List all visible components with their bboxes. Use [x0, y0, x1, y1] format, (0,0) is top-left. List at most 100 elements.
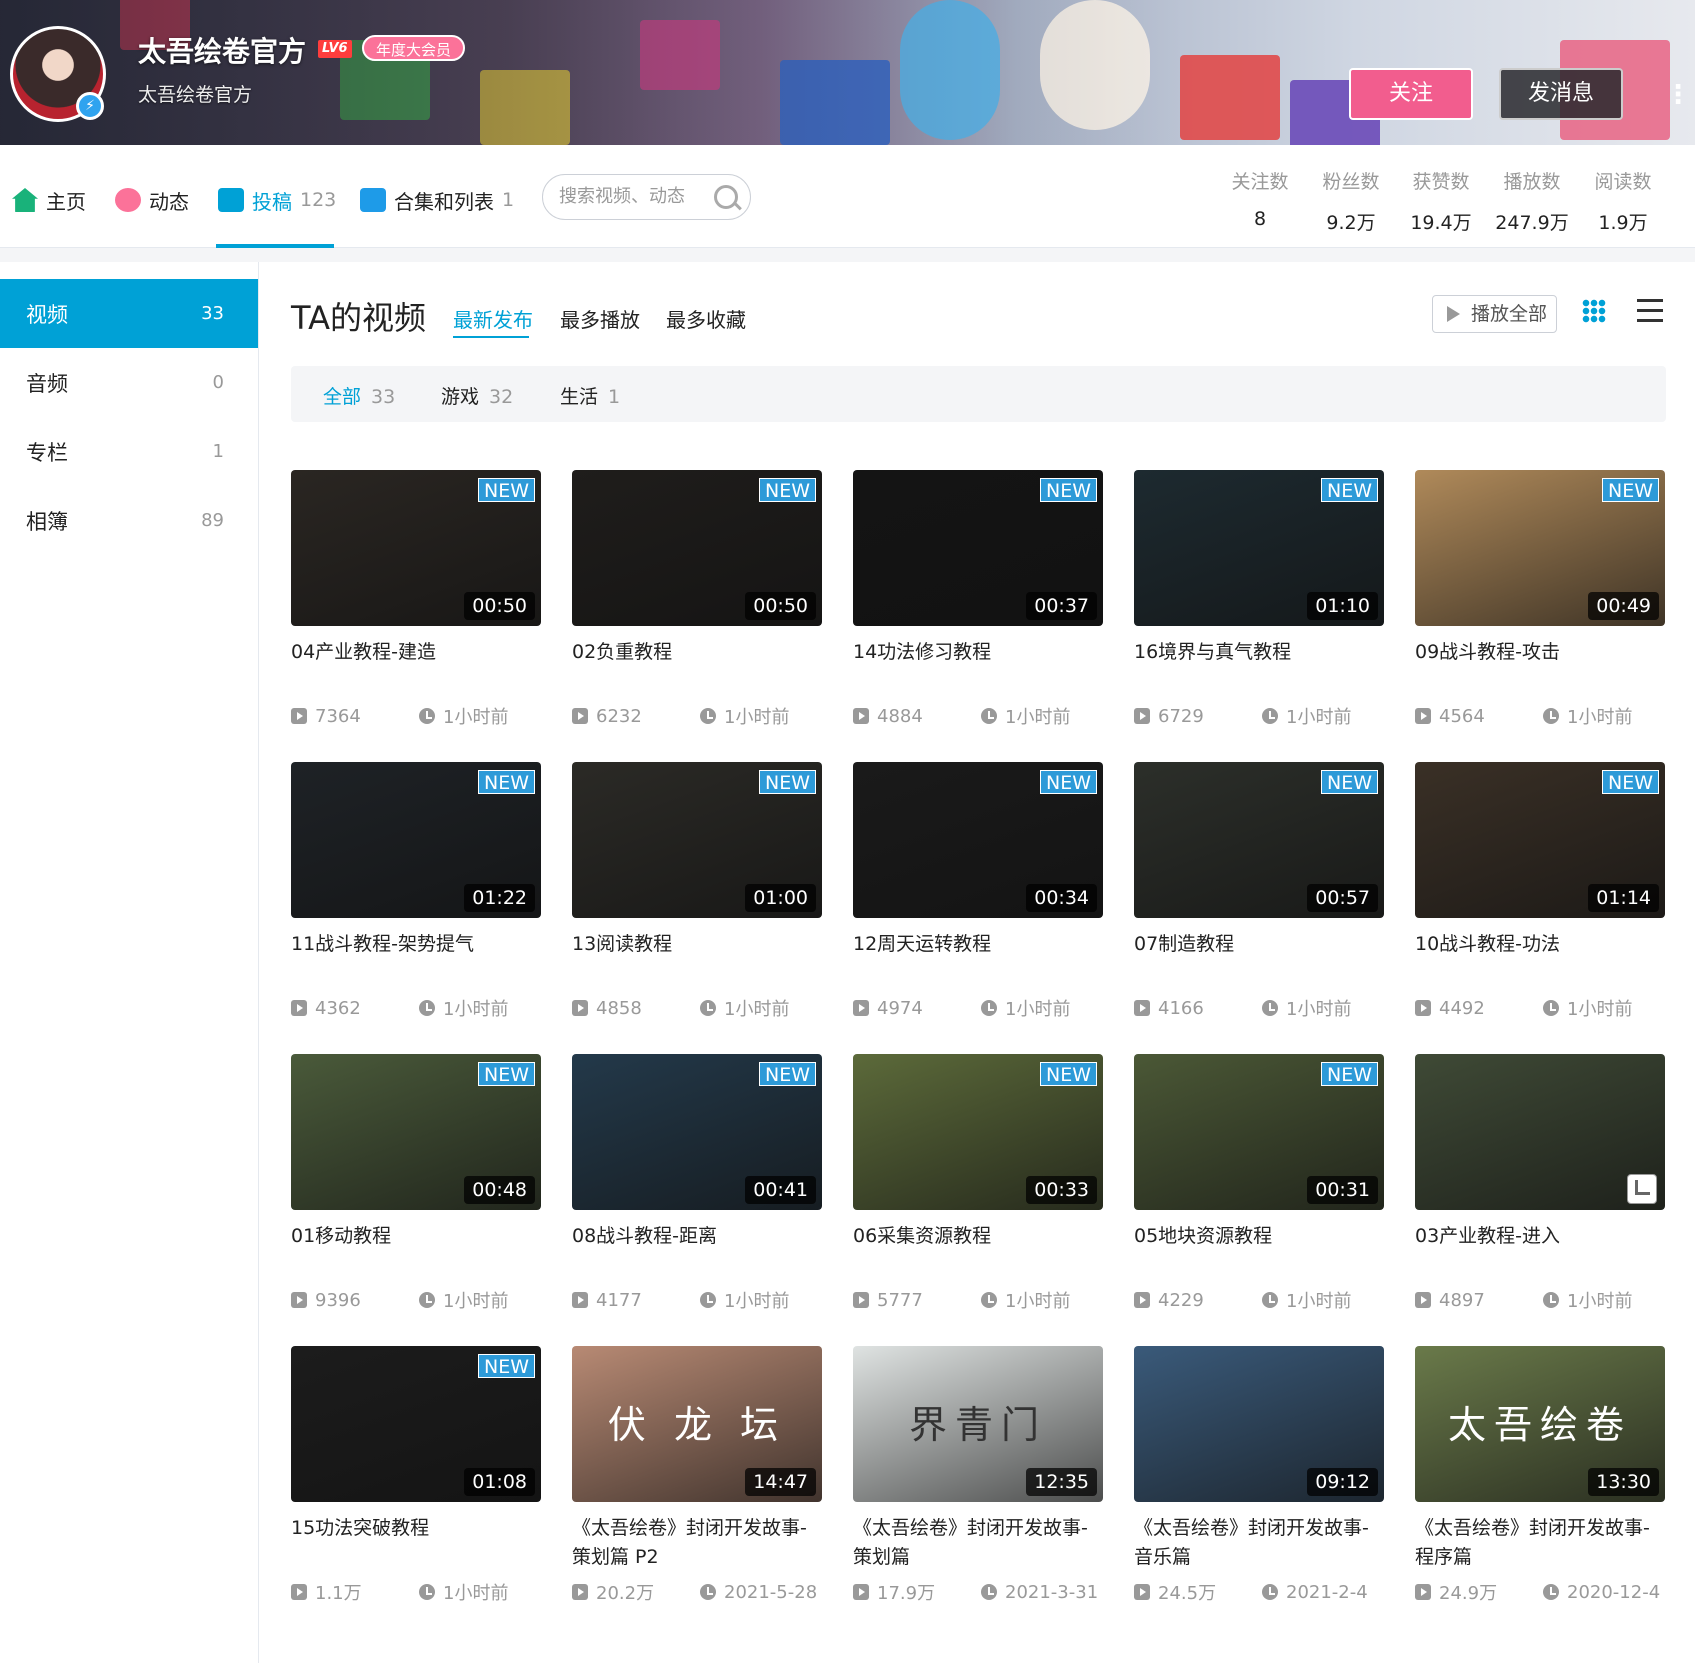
video-thumbnail[interactable]: NEW 00:34	[853, 762, 1103, 918]
video-title[interactable]: 03产业教程-进入	[1415, 1222, 1665, 1251]
sidebar-item-video[interactable]: 视频 33	[0, 279, 258, 348]
tab-uploads[interactable]: 投稿 123	[218, 183, 336, 217]
video-card[interactable]: NEW 00:33 06采集资源教程 5777 1小时前	[853, 1054, 1103, 1324]
video-thumbnail[interactable]: NEW 00:50	[291, 470, 541, 626]
video-card[interactable]: NEW 01:14 10战斗教程-功法 4492 1小时前	[1415, 762, 1665, 1032]
video-title[interactable]: 05地块资源教程	[1134, 1222, 1384, 1251]
sort-tab-most-favorited[interactable]: 最多收藏	[666, 304, 746, 333]
video-title[interactable]: 02负重教程	[572, 638, 822, 667]
video-card[interactable]: 界青门 12:35 《太吾绘卷》封闭开发故事-策划篇 17.9万 2021-3-3…	[853, 1346, 1103, 1616]
play-all-button[interactable]: 播放全部	[1432, 295, 1557, 333]
video-title[interactable]: 《太吾绘卷》封闭开发故事-程序篇	[1415, 1514, 1665, 1572]
tab-dynamic[interactable]: 动态	[115, 183, 189, 217]
video-thumbnail[interactable]: NEW 01:08	[291, 1346, 541, 1502]
search-input[interactable]: 搜索视频、动态	[542, 174, 751, 220]
video-card[interactable]: 太吾绘卷 13:30 《太吾绘卷》封闭开发故事-程序篇 24.9万 2020-12…	[1415, 1346, 1665, 1616]
video-title[interactable]: 06采集资源教程	[853, 1222, 1103, 1251]
video-thumbnail[interactable]: NEW 00:37	[853, 470, 1103, 626]
video-card[interactable]: NEW 00:48 01移动教程 9396 1小时前	[291, 1054, 541, 1324]
video-thumbnail[interactable]: 界青门 12:35	[853, 1346, 1103, 1502]
video-thumbnail[interactable]: 09:12	[1134, 1346, 1384, 1502]
video-thumbnail[interactable]: NEW 01:10	[1134, 470, 1384, 626]
more-menu-icon[interactable]: ⋮	[1665, 78, 1691, 112]
sidebar-item-audio[interactable]: 音频 0	[0, 348, 258, 417]
video-card[interactable]: NEW 00:50 04产业教程-建造 7364 1小时前	[291, 470, 541, 740]
video-card[interactable]: NEW 01:08 15功法突破教程 1.1万 1小时前	[291, 1346, 541, 1616]
play-count-icon	[572, 708, 588, 724]
video-title[interactable]: 15功法突破教程	[291, 1514, 541, 1543]
play-count-icon	[1415, 708, 1431, 724]
sidebar-item-article[interactable]: 专栏 1	[0, 417, 258, 486]
video-title[interactable]: 《太吾绘卷》封闭开发故事-策划篇	[853, 1514, 1103, 1572]
video-card[interactable]: NEW 00:49 09战斗教程-攻击 4564 1小时前	[1415, 470, 1665, 740]
video-thumbnail[interactable]: NEW 00:41	[572, 1054, 822, 1210]
video-thumbnail[interactable]: NEW 00:57	[1134, 762, 1384, 918]
new-badge: NEW	[1039, 478, 1097, 502]
video-card[interactable]: 伏 龙 坛 14:47 《太吾绘卷》封闭开发故事-策划篇 P2 20.2万 202…	[572, 1346, 822, 1616]
stat-following[interactable]: 关注数 8	[1215, 167, 1305, 230]
video-title[interactable]: 11战斗教程-架势提气	[291, 930, 541, 959]
video-thumbnail[interactable]: NEW 01:22	[291, 762, 541, 918]
video-thumbnail[interactable]: NEW 01:14	[1415, 762, 1665, 918]
video-card[interactable]: 03产业教程-进入 4897 1小时前	[1415, 1054, 1665, 1324]
video-card[interactable]: NEW 00:57 07制造教程 4166 1小时前	[1134, 762, 1384, 1032]
video-title[interactable]: 09战斗教程-攻击	[1415, 638, 1665, 667]
video-title[interactable]: 01移动教程	[291, 1222, 541, 1251]
video-meta: 4229 1小时前	[1134, 1287, 1384, 1313]
video-thumbnail[interactable]: NEW 00:31	[1134, 1054, 1384, 1210]
stat-fans[interactable]: 粉丝数 9.2万	[1306, 167, 1396, 235]
video-card[interactable]: NEW 00:50 02负重教程 6232 1小时前	[572, 470, 822, 740]
clock-icon	[1262, 1584, 1278, 1600]
video-meta: 20.2万 2021-5-28	[572, 1579, 822, 1605]
video-title[interactable]: 《太吾绘卷》封闭开发故事-策划篇 P2	[572, 1514, 822, 1572]
follow-button[interactable]: 关注	[1349, 68, 1473, 120]
play-count-icon	[1134, 1292, 1150, 1308]
sort-tab-latest[interactable]: 最新发布	[453, 304, 533, 333]
video-thumbnail[interactable]: 伏 龙 坛 14:47	[572, 1346, 822, 1502]
video-card[interactable]: NEW 01:00 13阅读教程 4858 1小时前	[572, 762, 822, 1032]
video-title[interactable]: 07制造教程	[1134, 930, 1384, 959]
new-badge: NEW	[1320, 1062, 1378, 1086]
video-title[interactable]: 16境界与真气教程	[1134, 638, 1384, 667]
video-card[interactable]: 09:12 《太吾绘卷》封闭开发故事-音乐篇 24.5万 2021-2-4	[1134, 1346, 1384, 1616]
video-thumbnail[interactable]: NEW 00:49	[1415, 470, 1665, 626]
sidebar-item-count: 89	[201, 510, 224, 531]
tab-home[interactable]: 主页	[12, 183, 86, 217]
message-button[interactable]: 发消息	[1499, 68, 1623, 120]
watch-later-icon[interactable]	[1627, 1174, 1657, 1204]
video-thumbnail[interactable]: NEW 00:48	[291, 1054, 541, 1210]
video-thumbnail[interactable]	[1415, 1054, 1665, 1210]
video-title[interactable]: 04产业教程-建造	[291, 638, 541, 667]
filter-game[interactable]: 游戏 32	[441, 382, 513, 409]
video-views: 4884	[877, 705, 923, 727]
video-card[interactable]: NEW 00:31 05地块资源教程 4229 1小时前	[1134, 1054, 1384, 1324]
video-title[interactable]: 12周天运转教程	[853, 930, 1103, 959]
video-card[interactable]: NEW 00:34 12周天运转教程 4974 1小时前	[853, 762, 1103, 1032]
video-card[interactable]: NEW 01:10 16境界与真气教程 6729 1小时前	[1134, 470, 1384, 740]
grid-view-icon[interactable]	[1582, 299, 1606, 323]
filter-life[interactable]: 生活 1	[560, 382, 620, 409]
new-badge: NEW	[477, 1062, 535, 1086]
video-thumbnail[interactable]: NEW 00:50	[572, 470, 822, 626]
list-view-icon[interactable]	[1637, 299, 1663, 325]
sort-tab-most-played[interactable]: 最多播放	[560, 304, 640, 333]
video-title[interactable]: 08战斗教程-距离	[572, 1222, 822, 1251]
video-duration: 00:50	[464, 592, 535, 620]
tab-collections[interactable]: 合集和列表 1	[360, 183, 514, 217]
sidebar-item-album[interactable]: 相簿 89	[0, 486, 258, 555]
vip-badge[interactable]: 年度大会员	[362, 35, 466, 61]
filter-all[interactable]: 全部 33	[323, 382, 395, 409]
search-icon[interactable]	[714, 185, 738, 209]
video-title[interactable]: 14功法修习教程	[853, 638, 1103, 667]
video-thumbnail[interactable]: NEW 00:33	[853, 1054, 1103, 1210]
video-views: 4166	[1158, 997, 1204, 1019]
video-title[interactable]: 《太吾绘卷》封闭开发故事-音乐篇	[1134, 1514, 1384, 1572]
video-card[interactable]: NEW 01:22 11战斗教程-架势提气 4362 1小时前	[291, 762, 541, 1032]
video-views: 17.9万	[877, 1583, 936, 1604]
video-title[interactable]: 13阅读教程	[572, 930, 822, 959]
video-thumbnail[interactable]: 太吾绘卷 13:30	[1415, 1346, 1665, 1502]
video-card[interactable]: NEW 00:37 14功法修习教程 4884 1小时前	[853, 470, 1103, 740]
video-thumbnail[interactable]: NEW 01:00	[572, 762, 822, 918]
video-title[interactable]: 10战斗教程-功法	[1415, 930, 1665, 959]
video-card[interactable]: NEW 00:41 08战斗教程-距离 4177 1小时前	[572, 1054, 822, 1324]
